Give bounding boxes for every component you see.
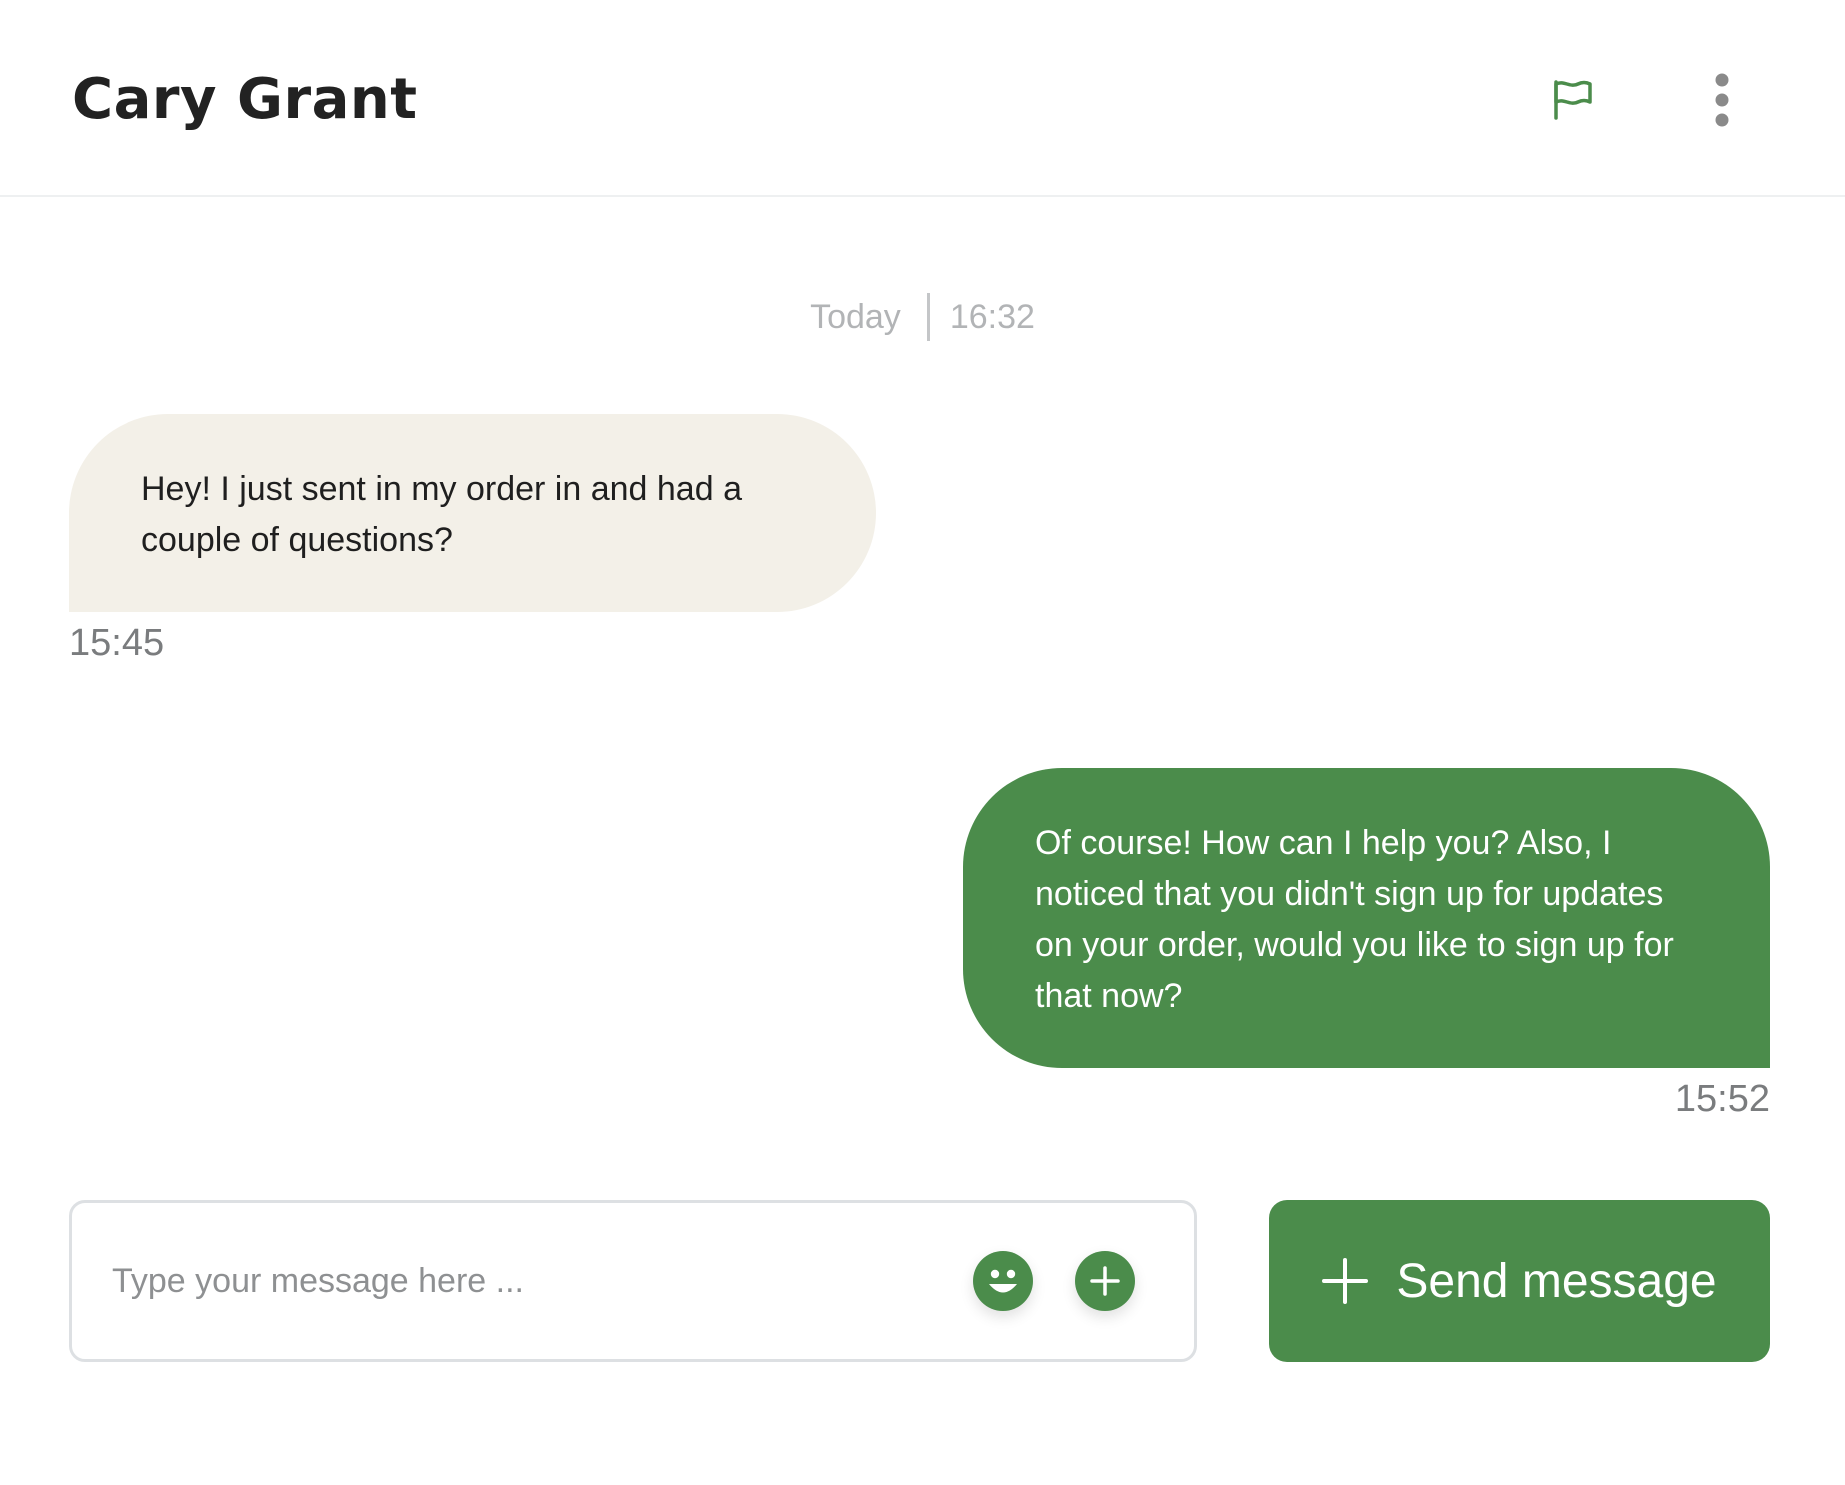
attach-button[interactable] (1075, 1251, 1135, 1311)
chat-header: Cary Grant (0, 0, 1845, 197)
incoming-message-time: 15:45 (69, 622, 165, 664)
message-composer (69, 1200, 1197, 1362)
smiley-icon (989, 1269, 1017, 1293)
contact-name: Cary Grant (72, 67, 418, 132)
message-input[interactable] (112, 1253, 912, 1309)
outgoing-message-time: 15:52 (1674, 1078, 1770, 1120)
date-separator-time: 16:32 (949, 297, 1035, 336)
date-separator-day: Today (810, 297, 901, 336)
outgoing-message-text: Of course! How can I help you? Also, I n… (1035, 824, 1674, 1015)
flag-icon (1554, 80, 1592, 120)
outgoing-message-bubble: Of course! How can I help you? Also, I n… (963, 768, 1770, 1068)
incoming-message-text: Hey! I just sent in my order in and had … (141, 470, 742, 559)
more-vertical-icon (1715, 73, 1729, 127)
send-message-button[interactable]: Send message (1269, 1200, 1770, 1362)
send-message-label: Send message (1396, 1254, 1717, 1308)
more-options-button[interactable] (1692, 70, 1752, 130)
date-separator: Today 16:32 (0, 293, 1845, 341)
plus-icon (1090, 1266, 1120, 1296)
chat-window: Cary Grant Today 16:32 Hey! I just sent … (0, 0, 1845, 1485)
incoming-message-bubble: Hey! I just sent in my order in and had … (69, 414, 876, 612)
flag-button[interactable] (1542, 70, 1602, 130)
emoji-button[interactable] (973, 1251, 1033, 1311)
plus-icon (1322, 1258, 1369, 1304)
